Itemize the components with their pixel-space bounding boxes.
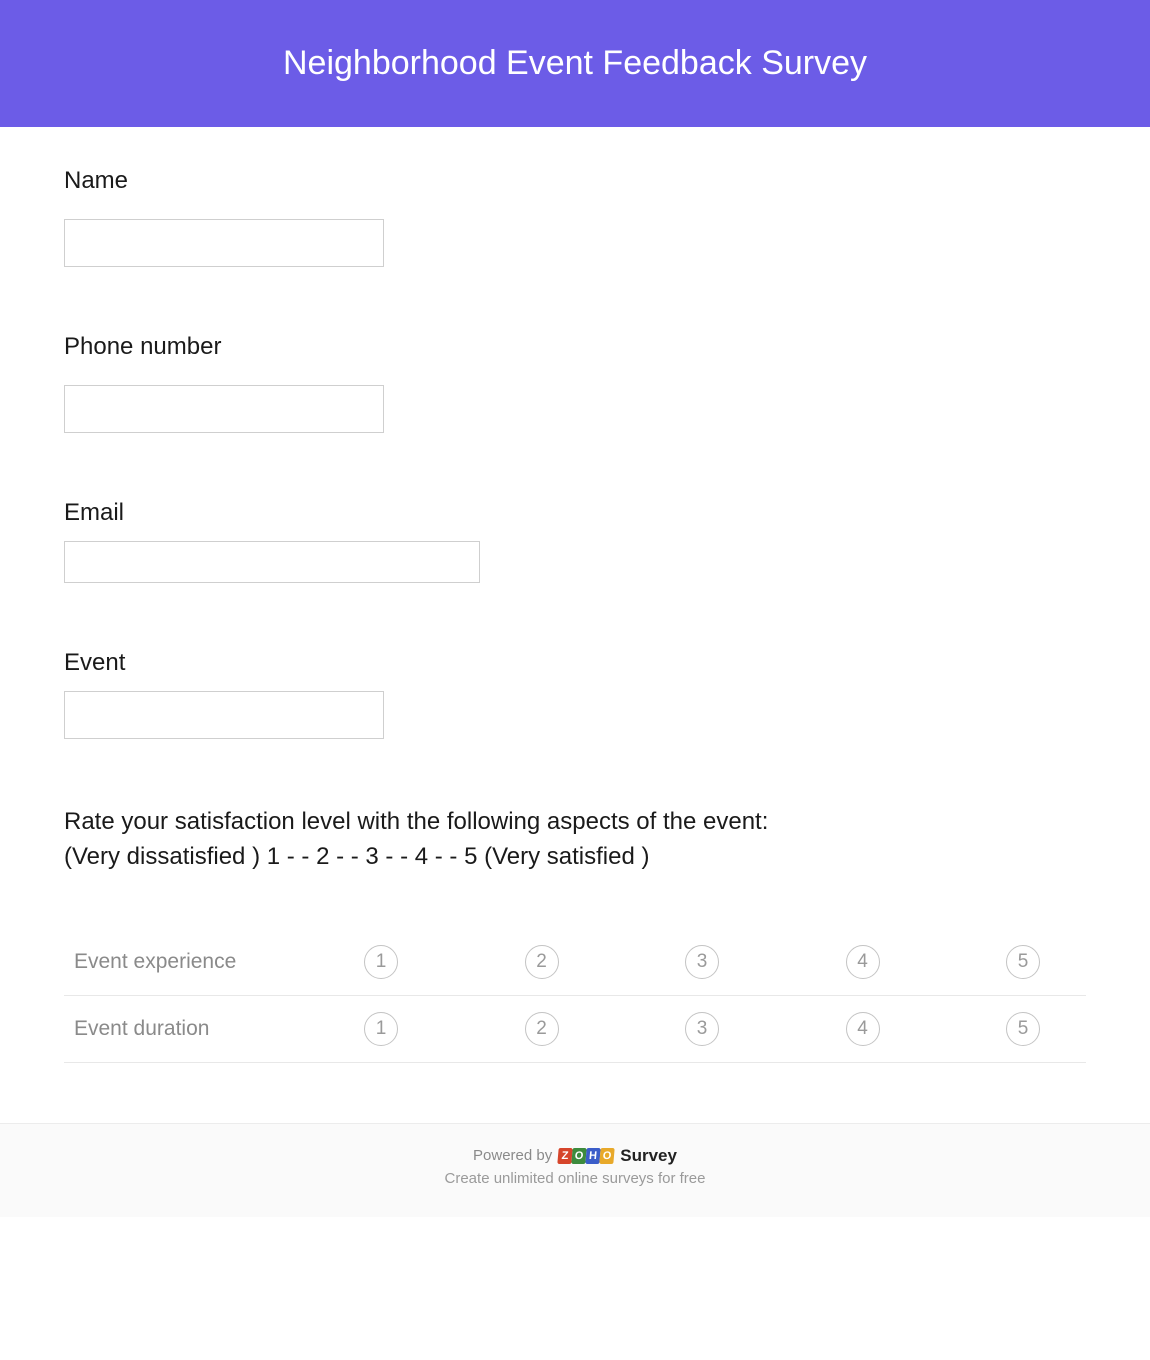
event-input[interactable] (64, 691, 384, 739)
rating-intro: Rate your satisfaction level with the fo… (64, 805, 1086, 875)
phone-label: Phone number (64, 333, 1086, 361)
rating-intro-line2: (Very dissatisfied ) 1 - - 2 - - 3 - - 4… (64, 840, 1086, 875)
logo-letter-o2: O (600, 1148, 615, 1164)
rating-experience-2[interactable]: 2 (525, 945, 559, 979)
rating-grid: Event experience 1 2 3 4 5 Event duratio… (64, 929, 1086, 1063)
rating-duration-3[interactable]: 3 (685, 1012, 719, 1046)
rating-duration-2[interactable]: 2 (525, 1012, 559, 1046)
footer-subtext[interactable]: Create unlimited online surveys for free (0, 1170, 1150, 1187)
rating-row-duration: Event duration 1 2 3 4 5 (64, 996, 1086, 1063)
page-header: Neighborhood Event Feedback Survey (0, 0, 1150, 127)
brand-suffix: Survey (620, 1146, 677, 1166)
question-phone: Phone number (64, 333, 1086, 433)
rating-experience-5[interactable]: 5 (1006, 945, 1040, 979)
rating-label-duration: Event duration (64, 1017, 364, 1041)
rating-duration-4[interactable]: 4 (846, 1012, 880, 1046)
zoho-logo[interactable]: Z O H O (558, 1148, 614, 1164)
name-input[interactable] (64, 219, 384, 267)
phone-input[interactable] (64, 385, 384, 433)
page-title: Neighborhood Event Feedback Survey (283, 44, 867, 82)
rating-options-experience: 1 2 3 4 5 (364, 945, 1086, 979)
rating-experience-1[interactable]: 1 (364, 945, 398, 979)
question-name: Name (64, 167, 1086, 267)
question-email: Email (64, 499, 1086, 583)
rating-experience-3[interactable]: 3 (685, 945, 719, 979)
form-body: Name Phone number Email Event Rate your … (0, 127, 1150, 1123)
rating-options-duration: 1 2 3 4 5 (364, 1012, 1086, 1046)
rating-experience-4[interactable]: 4 (846, 945, 880, 979)
rating-intro-line1: Rate your satisfaction level with the fo… (64, 805, 1086, 840)
rating-duration-1[interactable]: 1 (364, 1012, 398, 1046)
rating-duration-5[interactable]: 5 (1006, 1012, 1040, 1046)
rating-label-experience: Event experience (64, 950, 364, 974)
footer: Powered by Z O H O Survey Create unlimit… (0, 1123, 1150, 1217)
footer-line1: Powered by Z O H O Survey (0, 1146, 1150, 1166)
email-label: Email (64, 499, 1086, 527)
email-input[interactable] (64, 541, 480, 583)
event-label: Event (64, 649, 1086, 677)
question-event: Event (64, 649, 1086, 739)
name-label: Name (64, 167, 1086, 195)
powered-by-text: Powered by (473, 1147, 552, 1164)
rating-row-experience: Event experience 1 2 3 4 5 (64, 929, 1086, 996)
